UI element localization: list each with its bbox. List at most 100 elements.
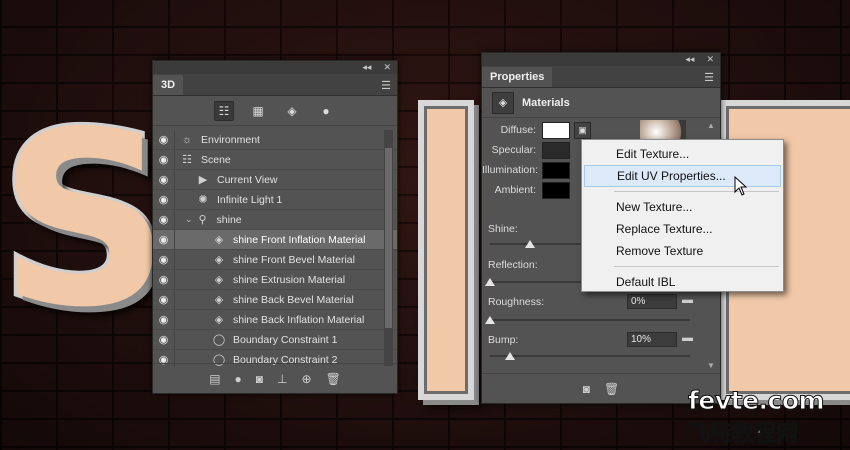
scene-row[interactable]: ◉ ◈ shine Front Bevel Material (153, 250, 397, 270)
scene-row[interactable]: ◉ ✺ Infinite Light 1 (153, 190, 397, 210)
scrollbar-thumb[interactable] (385, 148, 392, 328)
bump-slider-track[interactable] (490, 355, 690, 357)
diffuse-swatch[interactable] (542, 121, 570, 139)
specular-swatch[interactable] (542, 141, 570, 159)
materials-header: ◈ Materials (482, 88, 720, 118)
scene-row-label: Boundary Constraint 1 (233, 333, 338, 346)
collapse-icon[interactable]: ◂◂ (362, 62, 371, 73)
add-light-icon[interactable]: ● (235, 372, 242, 386)
scene-row[interactable]: ◉ ◯ Boundary Constraint 1 (153, 330, 397, 350)
visibility-eye-icon[interactable]: ◉ (153, 230, 175, 249)
menu-item-new-texture[interactable]: New Texture... (584, 196, 781, 218)
material-icon: ◈ (214, 254, 224, 266)
ambient-swatch[interactable] (542, 181, 570, 199)
ambient-row: Ambient: (482, 180, 570, 200)
visibility-eye-icon[interactable]: ◉ (153, 190, 175, 209)
mesh-icon: ⚲ (198, 214, 207, 226)
scene-scrollbar[interactable] (384, 130, 393, 366)
panel-menu-icon[interactable]: ☰ (704, 71, 714, 84)
scene-row[interactable]: ◉ ☼ Environment (153, 130, 397, 150)
add-constraint-icon[interactable]: ⊕ (302, 372, 312, 386)
scene-row-label: shine Extrusion Material (233, 273, 346, 286)
move-to-ground-icon[interactable]: ⊥ (277, 372, 287, 386)
scene-icon: ☷ (182, 154, 192, 166)
watermark-url: fevte.com (687, 386, 825, 416)
scene-row-label: shine (216, 213, 242, 226)
menu-item-edit-uv-properties[interactable]: Edit UV Properties... (584, 165, 781, 187)
bump-folder-icon[interactable]: ▬ (682, 332, 693, 344)
scroll-up-icon[interactable]: ▲ (707, 121, 715, 130)
illumination-label: Illumination: (482, 164, 539, 176)
scene-row-label: shine Front Inflation Material (233, 233, 366, 246)
camera-icon: ▶ (198, 174, 208, 186)
close-icon[interactable]: ✕ (706, 54, 714, 65)
panel-3d-footer: ▤ ● ◙ ⊥ ⊕ 🗑 (153, 363, 397, 393)
filter-bar: ☷ ▦ ◈ ● (153, 96, 397, 126)
roughness-label: Roughness: (488, 296, 545, 308)
menu-item-edit-texture[interactable]: Edit Texture... (584, 143, 781, 165)
constraint-icon: ◯ (212, 334, 226, 346)
panel-menu-icon[interactable]: ☰ (381, 79, 391, 92)
tab-properties[interactable]: Properties (482, 67, 553, 87)
visibility-eye-icon[interactable]: ◉ (153, 250, 175, 269)
illumination-swatch[interactable] (542, 161, 570, 179)
delete-icon[interactable]: 🗑 (326, 372, 341, 386)
visibility-eye-icon[interactable]: ◉ (153, 210, 175, 229)
shine-slider-thumb[interactable] (525, 240, 535, 248)
close-icon[interactable]: ✕ (383, 62, 391, 73)
light-filter-icon[interactable]: ● (316, 101, 336, 121)
ambient-label: Ambient: (494, 184, 536, 196)
scene-row[interactable]: ◉ ☷ Scene (153, 150, 397, 170)
properties-footer: ◙ 🗑 (482, 373, 720, 403)
material-drop-icon[interactable]: ◙ (583, 382, 590, 396)
texture-menu-icon[interactable]: ▣ (574, 121, 591, 139)
scene-row-label: shine Front Bevel Material (233, 253, 355, 266)
visibility-eye-icon[interactable]: ◉ (153, 130, 175, 149)
menu-separator (614, 191, 779, 192)
scene-row-label: shine Back Bevel Material (233, 293, 354, 306)
bump-field[interactable]: 10% (627, 332, 677, 347)
scene-row[interactable]: ◉ ◈ shine Front Inflation Material (153, 230, 397, 250)
roughness-folder-icon[interactable]: ▬ (682, 294, 693, 306)
mesh-filter-icon[interactable]: ▦ (248, 101, 268, 121)
delete-icon[interactable]: 🗑 (604, 382, 619, 396)
diffuse-row: Diffuse: ▣ (482, 120, 591, 140)
bump-slider-thumb[interactable] (505, 352, 515, 360)
scene-row[interactable]: ◉ ◈ shine Back Bevel Material (153, 290, 397, 310)
panel-properties-tabrow: Properties ☰ (482, 66, 720, 88)
scene-row[interactable]: ◉ ◈ shine Extrusion Material (153, 270, 397, 290)
light-icon: ✺ (198, 194, 208, 206)
collapse-icon[interactable]: ◂◂ (685, 54, 694, 65)
mouse-cursor-icon (734, 176, 748, 196)
reflection-slider-thumb[interactable] (485, 278, 495, 286)
visibility-eye-icon[interactable]: ◉ (153, 310, 175, 329)
visibility-eye-icon[interactable]: ◉ (153, 150, 175, 169)
render-icon[interactable]: ▤ (209, 372, 220, 386)
scene-row[interactable]: ◉ ▶ Current View (153, 170, 397, 190)
roughness-slider-track[interactable] (490, 319, 690, 321)
background-letter-i (418, 100, 474, 400)
bump-label: Bump: (488, 334, 519, 346)
scene-row[interactable]: ◉ ◈ shine Back Inflation Material (153, 310, 397, 330)
specular-label: Specular: (491, 144, 536, 156)
material-filter-icon[interactable]: ◈ (282, 101, 302, 121)
material-icon: ◈ (214, 314, 224, 326)
menu-item-default-ibl[interactable]: Default IBL (584, 271, 781, 293)
visibility-eye-icon[interactable]: ◉ (153, 270, 175, 289)
material-drop-icon[interactable]: ◙ (256, 372, 263, 386)
roughness-slider-thumb[interactable] (485, 316, 495, 324)
scroll-down-icon[interactable]: ▼ (707, 361, 715, 370)
expand-chevron-icon[interactable]: ⌄ (185, 214, 193, 225)
visibility-eye-icon[interactable]: ◉ (153, 330, 175, 349)
panel-properties-topstrip: ◂◂ ✕ (482, 53, 720, 66)
menu-item-replace-texture[interactable]: Replace Texture... (584, 218, 781, 240)
visibility-eye-icon[interactable]: ◉ (153, 290, 175, 309)
visibility-eye-icon[interactable]: ◉ (153, 170, 175, 189)
roughness-field[interactable]: 0% (627, 294, 677, 309)
scene-row[interactable]: ◉ ⌄ ⚲ shine (153, 210, 397, 230)
scene-filter-icon[interactable]: ☷ (214, 100, 234, 121)
panel-3d: ◂◂ ✕ 3D ☰ ☷ ▦ ◈ ● ◉ ☼ Environment ◉ ☷ Scene ◉ ▶… (152, 60, 398, 394)
texture-context-menu: Edit Texture... Edit UV Properties... New … (581, 139, 784, 292)
tab-3d[interactable]: 3D (153, 75, 184, 95)
menu-item-remove-texture[interactable]: Remove Texture (584, 240, 781, 262)
